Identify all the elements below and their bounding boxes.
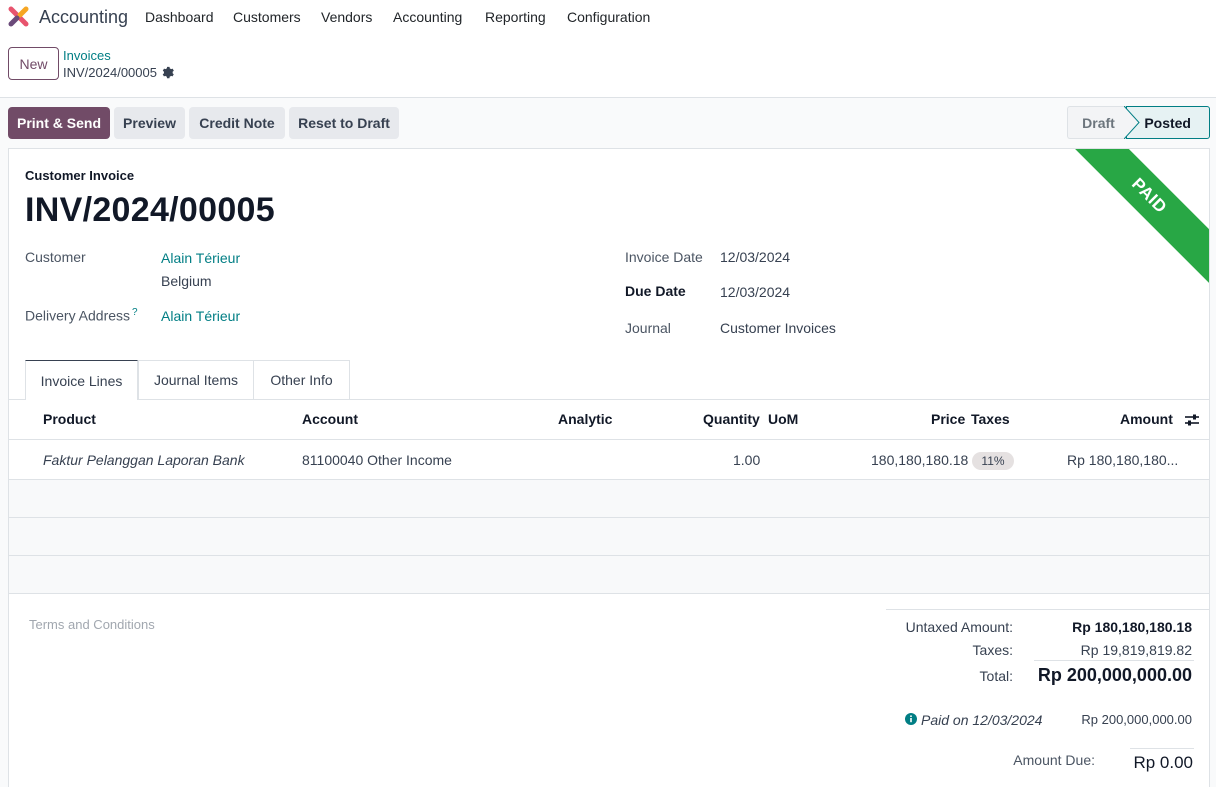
header-divider bbox=[9, 439, 1209, 440]
breadcrumb-current: INV/2024/00005 bbox=[63, 65, 174, 80]
empty-row bbox=[9, 556, 1209, 593]
payment-value: Rp 200,000,000.00 bbox=[1081, 712, 1192, 727]
new-button[interactable]: New bbox=[8, 47, 59, 80]
preview-button[interactable]: Preview bbox=[114, 107, 185, 139]
customer-country: Belgium bbox=[161, 273, 212, 289]
tab-underline bbox=[9, 399, 1209, 400]
menu-customers[interactable]: Customers bbox=[233, 9, 301, 25]
taxes-label: Taxes: bbox=[972, 642, 1013, 658]
print-send-button[interactable]: Print & Send bbox=[8, 107, 110, 139]
col-amount[interactable]: Amount bbox=[1120, 411, 1173, 427]
due-date-label: Due Date bbox=[625, 283, 686, 299]
amount-due-divider bbox=[1130, 748, 1194, 749]
breadcrumb-invoices[interactable]: Invoices bbox=[63, 48, 111, 63]
invoice-type-label: Customer Invoice bbox=[25, 168, 135, 183]
reset-to-draft-button[interactable]: Reset to Draft bbox=[289, 107, 399, 139]
row-quantity[interactable]: 1.00 bbox=[733, 452, 760, 468]
journal-value[interactable]: Customer Invoices bbox=[720, 320, 836, 336]
amount-due-value: Rp 0.00 bbox=[1133, 753, 1193, 772]
status-arrow-icon bbox=[1124, 106, 1140, 139]
info-icon[interactable] bbox=[905, 713, 917, 725]
credit-note-button[interactable]: Credit Note bbox=[189, 107, 285, 139]
top-navbar: Accounting Dashboard Customers Vendors A… bbox=[0, 0, 1216, 34]
row-price[interactable]: 180,180,180.18 bbox=[871, 452, 968, 468]
customer-link[interactable]: Alain Térieur bbox=[161, 250, 240, 266]
menu-vendors[interactable]: Vendors bbox=[321, 9, 372, 25]
menu-dashboard[interactable]: Dashboard bbox=[145, 9, 214, 25]
col-account[interactable]: Account bbox=[302, 411, 358, 427]
column-settings-icon[interactable] bbox=[1184, 413, 1200, 427]
tab-invoice-lines[interactable]: Invoice Lines bbox=[25, 360, 138, 400]
delivery-address-link[interactable]: Alain Térieur bbox=[161, 308, 240, 324]
total-value: Rp 200,000,000.00 bbox=[1037, 665, 1192, 685]
menu-accounting[interactable]: Accounting bbox=[393, 9, 462, 25]
breadcrumb-current-label: INV/2024/00005 bbox=[63, 65, 157, 80]
row-product[interactable]: Faktur Pelanggan Laporan Bank bbox=[43, 452, 245, 468]
col-product[interactable]: Product bbox=[43, 411, 96, 427]
accounting-app-icon[interactable] bbox=[8, 6, 29, 27]
invoice-date-value[interactable]: 12/03/2024 bbox=[720, 249, 790, 265]
col-analytic[interactable]: Analytic bbox=[558, 411, 612, 427]
tab-journal-items[interactable]: Journal Items bbox=[138, 360, 254, 399]
invoice-number: INV/2024/00005 bbox=[25, 191, 275, 229]
tax-badge[interactable]: 11% bbox=[972, 452, 1014, 470]
row-divider bbox=[9, 593, 1209, 594]
delivery-address-label: Delivery Address? bbox=[25, 307, 138, 324]
payment-label: Paid on 12/03/2024 bbox=[921, 712, 1043, 728]
tab-other-info[interactable]: Other Info bbox=[253, 360, 350, 399]
amount-due-label: Amount Due: bbox=[1013, 752, 1095, 768]
untaxed-amount-label: Untaxed Amount: bbox=[905, 619, 1013, 635]
menu-reporting[interactable]: Reporting bbox=[485, 9, 546, 25]
due-date-value[interactable]: 12/03/2024 bbox=[720, 284, 790, 300]
col-quantity[interactable]: Quantity bbox=[703, 411, 760, 427]
untaxed-amount-value: Rp 180,180,180.18 bbox=[1072, 619, 1192, 635]
col-price[interactable]: Price bbox=[931, 411, 965, 427]
paid-ribbon: PAID bbox=[1043, 149, 1209, 302]
totals-top-divider bbox=[886, 609, 1209, 610]
taxes-value: Rp 19,819,819.82 bbox=[1080, 642, 1192, 658]
menu-configuration[interactable]: Configuration bbox=[567, 9, 650, 25]
invoice-date-label: Invoice Date bbox=[625, 249, 703, 265]
status-draft[interactable]: Draft bbox=[1067, 106, 1129, 139]
delivery-address-label-text: Delivery Address bbox=[25, 307, 131, 324]
total-divider bbox=[1034, 660, 1194, 661]
invoice-sheet: PAID Customer Invoice INV/2024/00005 Cus… bbox=[8, 148, 1210, 787]
col-taxes[interactable]: Taxes bbox=[971, 411, 1010, 427]
empty-row bbox=[9, 518, 1209, 555]
total-label: Total: bbox=[979, 668, 1013, 684]
empty-row bbox=[9, 480, 1209, 517]
col-uom[interactable]: UoM bbox=[768, 411, 798, 427]
gear-icon[interactable] bbox=[161, 66, 174, 79]
terms-and-conditions-input[interactable]: Terms and Conditions bbox=[29, 617, 155, 632]
app-name[interactable]: Accounting bbox=[39, 7, 128, 28]
journal-label: Journal bbox=[625, 320, 671, 336]
row-amount: Rp 180,180,180... bbox=[1067, 452, 1179, 468]
help-icon[interactable]: ? bbox=[132, 307, 138, 318]
customer-label: Customer bbox=[25, 249, 86, 265]
row-account[interactable]: 81100040 Other Income bbox=[302, 452, 452, 468]
